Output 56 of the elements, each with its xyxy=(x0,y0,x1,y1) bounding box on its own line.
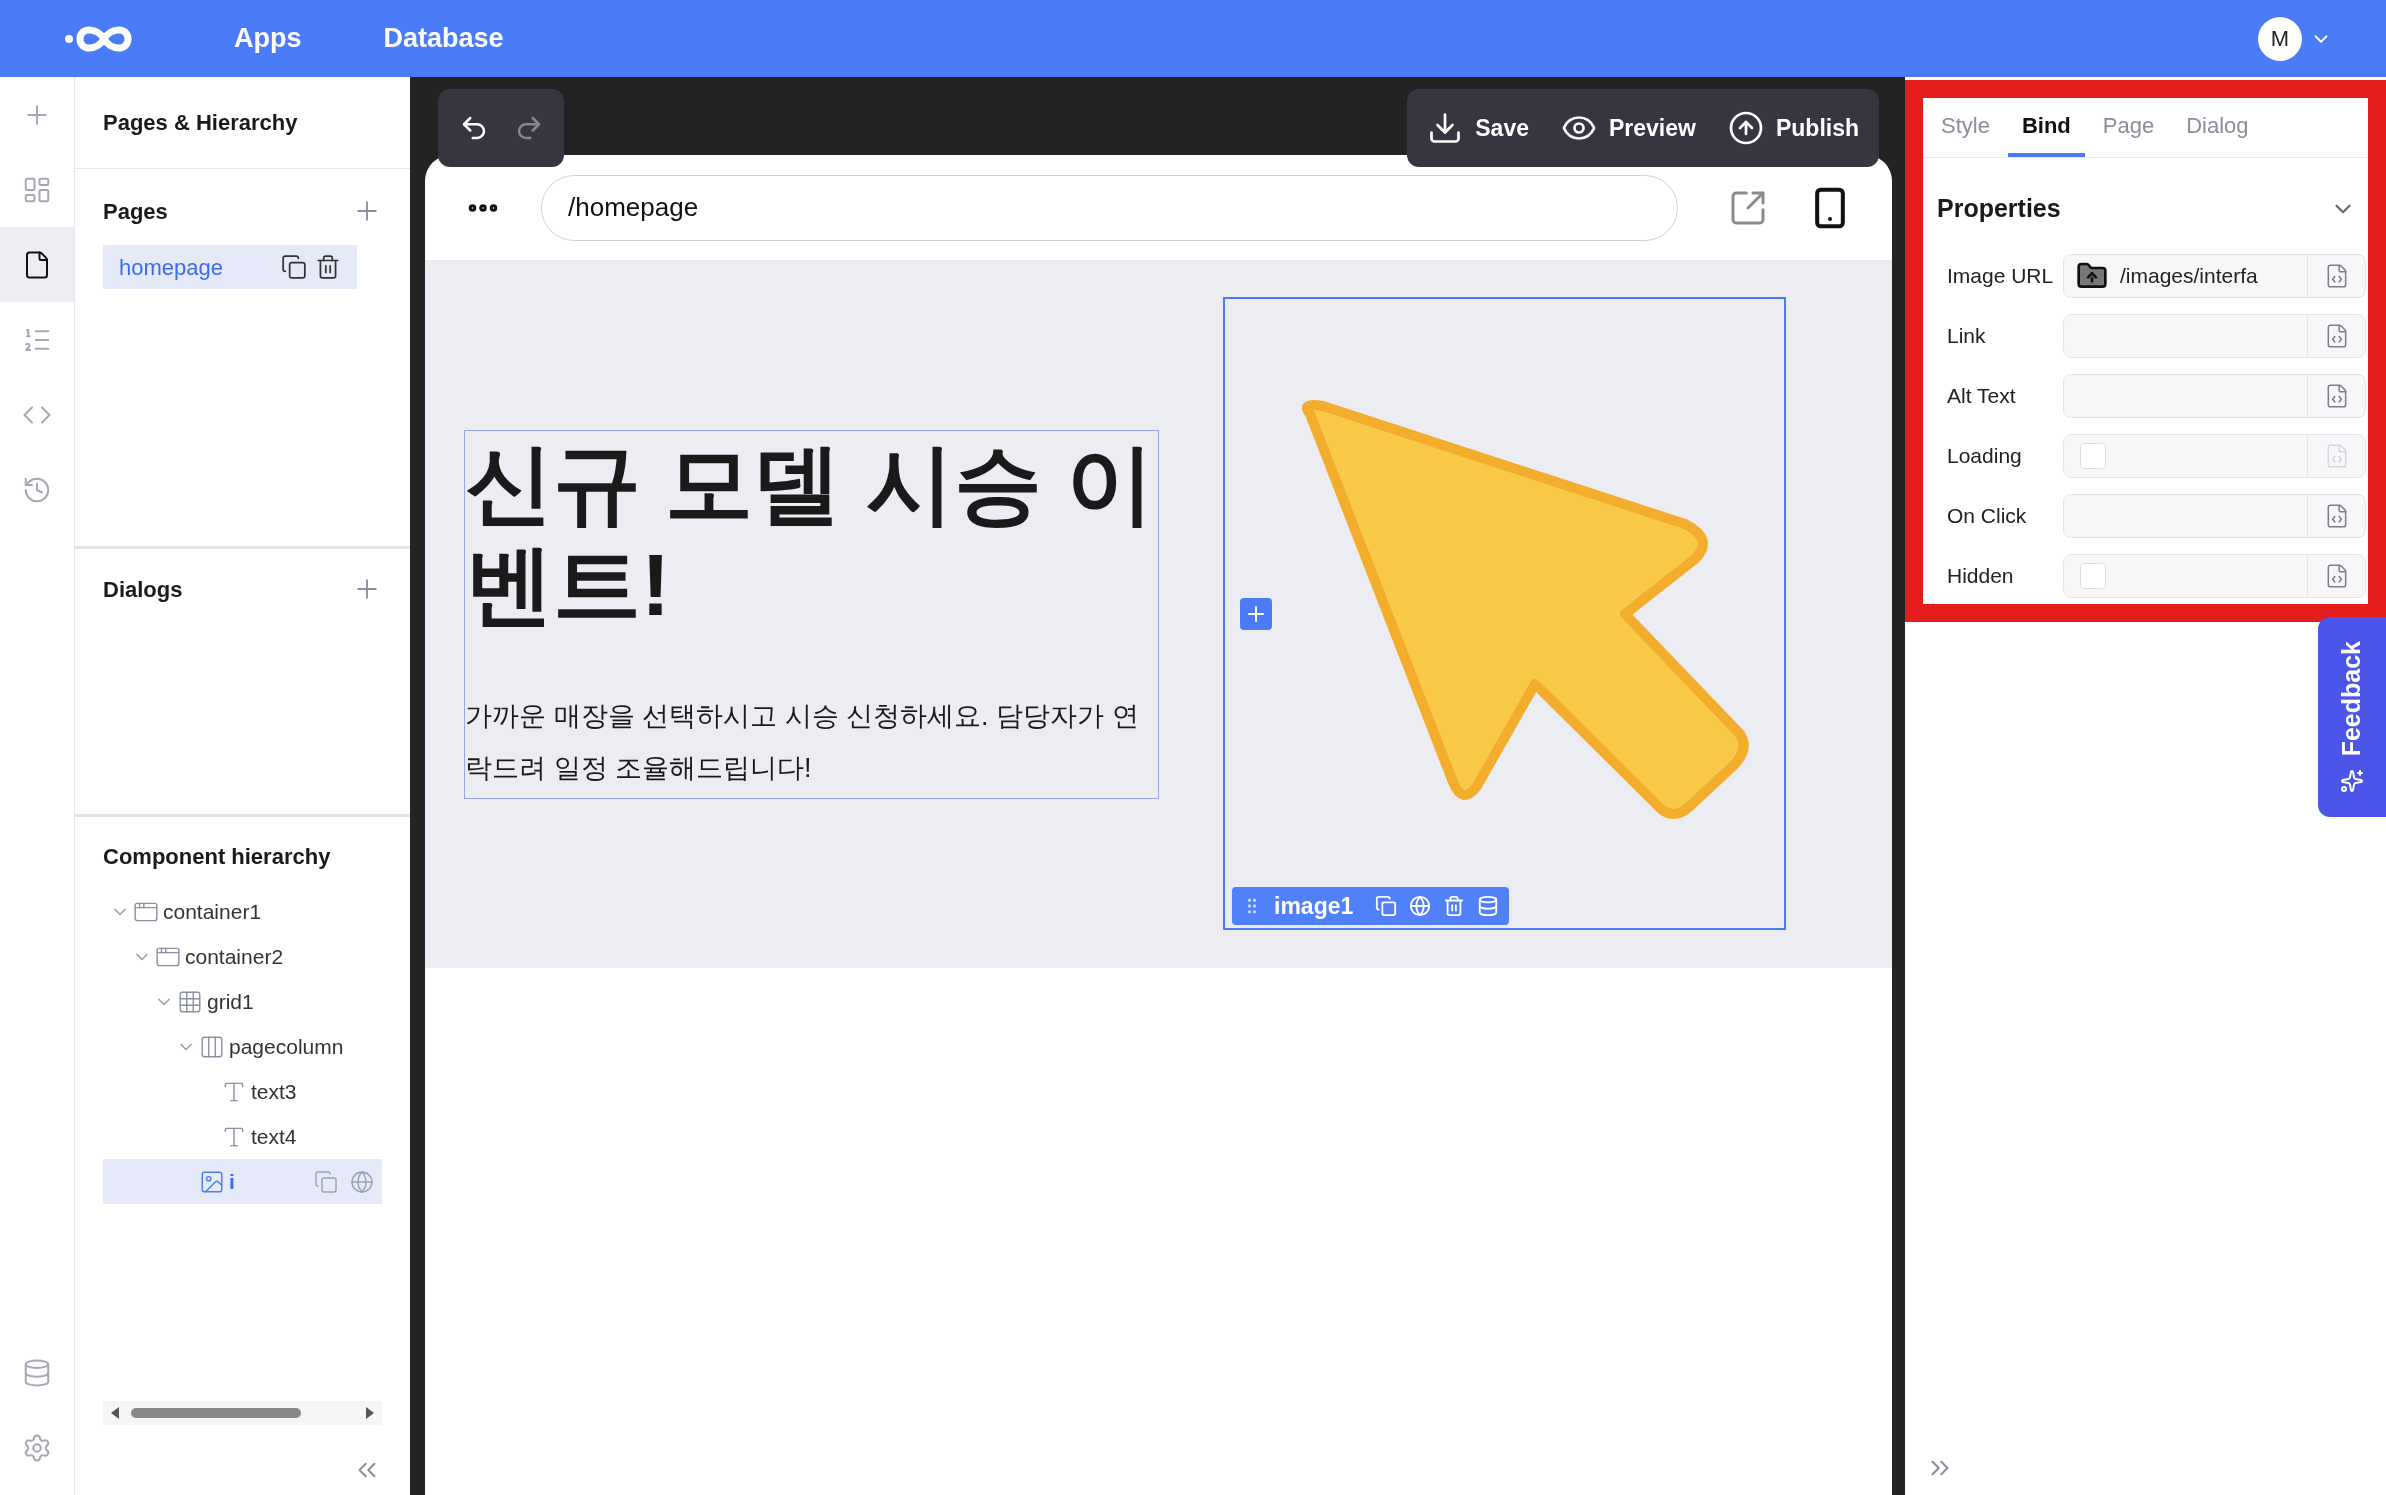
field-value: /images/interfa xyxy=(2120,263,2258,290)
property-field[interactable] xyxy=(2063,554,2366,598)
tree-item-label: text3 xyxy=(251,1078,297,1105)
component-name: image1 xyxy=(1274,891,1354,921)
tree-item[interactable]: text3 xyxy=(103,1069,382,1114)
stack-icon[interactable] xyxy=(1477,895,1500,917)
paragraph: 가까운 매장을 선택하시고 시승 신청하세요. 담당자가 연락드려 일정 조율해드립니다! xyxy=(465,700,1140,785)
toolbar-button[interactable]: Preview xyxy=(1561,110,1696,146)
section-heading: Pages xyxy=(103,197,168,226)
property-field[interactable] xyxy=(2063,494,2366,538)
delete-icon[interactable] xyxy=(315,254,341,280)
horizontal-scrollbar[interactable] xyxy=(103,1401,382,1425)
feedback-tab[interactable]: Feedback xyxy=(2318,617,2386,817)
tab[interactable]: Bind xyxy=(2007,98,2085,157)
upload-icon xyxy=(1727,110,1764,146)
page-label: homepage xyxy=(119,253,223,282)
nav-link[interactable]: Apps xyxy=(234,18,302,59)
panel-title: Pages & Hierarchy xyxy=(103,109,298,137)
heading: 신규 모델 시승 이벤트! xyxy=(465,433,1156,636)
tree-item[interactable]: i xyxy=(103,1159,382,1204)
page-item[interactable]: homepage xyxy=(103,245,357,289)
avatar[interactable]: M xyxy=(2258,16,2302,61)
tree-item-label: pagecolumn xyxy=(229,1033,344,1060)
sparkles-icon xyxy=(2340,768,2364,793)
database-icon xyxy=(22,1357,52,1388)
rail-button[interactable] xyxy=(0,227,74,302)
tree-item-label: container1 xyxy=(163,898,262,925)
property-field[interactable] xyxy=(2063,314,2366,358)
field-label: Alt Text xyxy=(1946,383,2017,410)
globe-icon[interactable] xyxy=(350,1169,374,1194)
tree-item[interactable]: text4 xyxy=(103,1114,382,1159)
property-field[interactable]: /images/interfa xyxy=(2063,254,2366,298)
toolbar-button[interactable]: Save xyxy=(1427,110,1529,146)
nav-link[interactable]: Database xyxy=(383,18,504,59)
field-label: Image URL xyxy=(1946,263,2055,290)
checkbox[interactable] xyxy=(2080,563,2106,589)
add-button[interactable] xyxy=(1240,598,1272,630)
tree-item-label: i xyxy=(229,1168,235,1195)
tree-item-label: grid1 xyxy=(207,988,254,1015)
toolbar-button[interactable]: Publish xyxy=(1727,110,1859,146)
field-label: Hidden xyxy=(1946,563,2015,590)
tree-item-label: text4 xyxy=(251,1123,297,1150)
settings-icon xyxy=(22,1432,52,1463)
field-label: On Click xyxy=(1946,503,2028,530)
tree-item[interactable]: pagecolumn xyxy=(103,1024,382,1069)
copy-icon[interactable] xyxy=(281,254,307,280)
section-heading: Dialogs xyxy=(103,575,183,604)
tree-item[interactable]: grid1 xyxy=(103,979,382,1024)
property-field[interactable] xyxy=(2063,374,2366,418)
tree-item[interactable]: container2 xyxy=(103,934,382,979)
section-heading: Component hierarchy xyxy=(103,843,332,871)
tree-item-label: container2 xyxy=(185,943,284,970)
tree-item[interactable]: container1 xyxy=(103,889,382,934)
field-label: Loading xyxy=(1946,443,2023,470)
section-heading: Properties xyxy=(1937,193,2061,225)
field-label: Link xyxy=(1946,323,1987,350)
